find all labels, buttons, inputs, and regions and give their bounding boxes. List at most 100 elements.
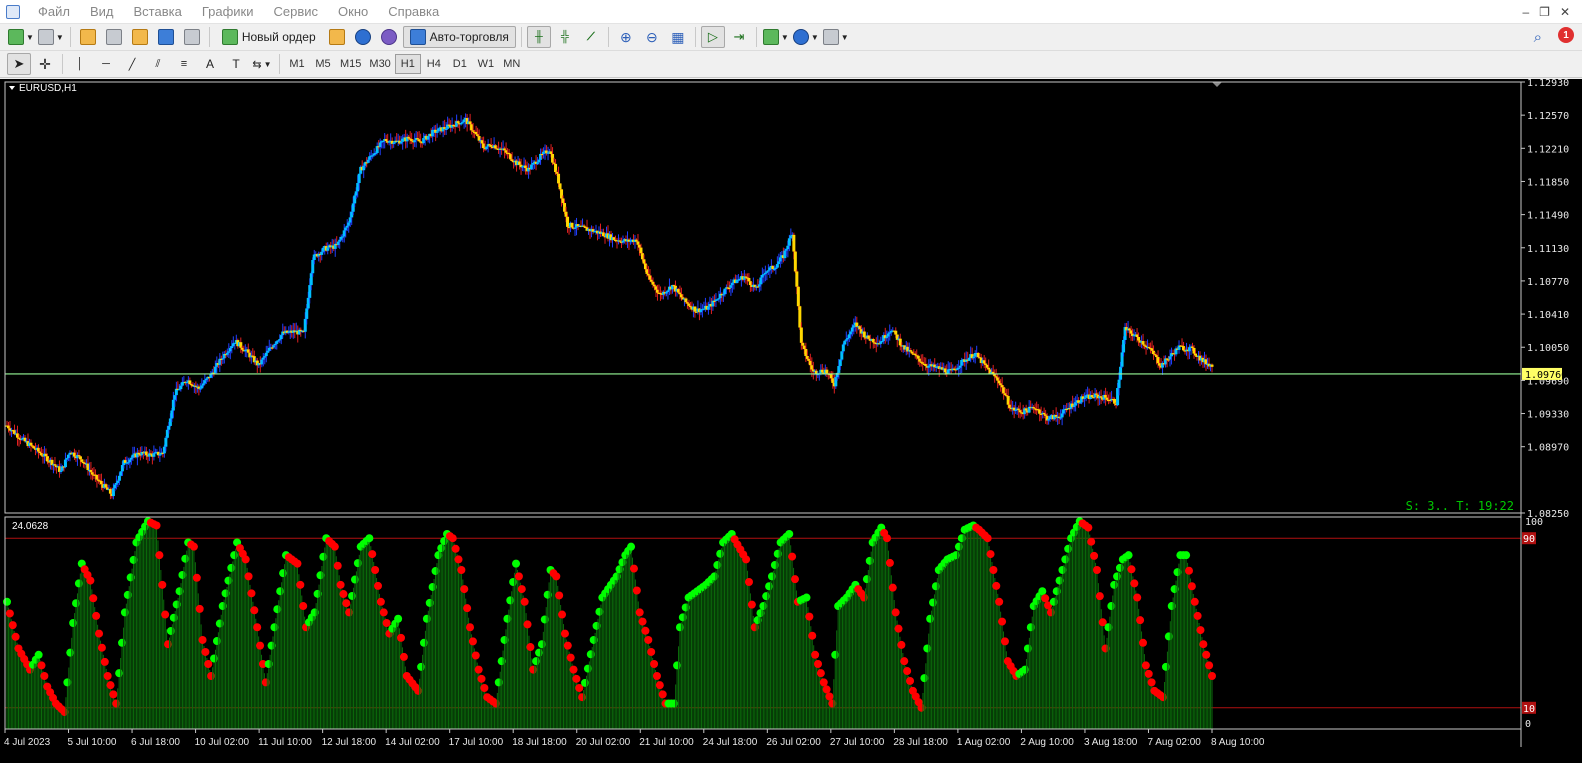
- oscillator-dot: [517, 585, 526, 594]
- oscillator-dot: [106, 681, 115, 690]
- candle-body: [305, 308, 309, 319]
- oscillator-dot: [1087, 537, 1096, 546]
- menu-charts[interactable]: Графики: [192, 0, 264, 24]
- zoom-out-button[interactable]: ⊖: [640, 26, 664, 48]
- vertical-line-button[interactable]: │: [68, 53, 92, 75]
- oscillator-dot: [11, 632, 20, 641]
- profiles-button[interactable]: ▼: [37, 26, 65, 48]
- menu-tools[interactable]: Сервис: [264, 0, 329, 24]
- auto-trading-label: Авто-торговля: [429, 30, 509, 44]
- fibonacci-button[interactable]: ≡: [172, 53, 196, 75]
- cursor-button[interactable]: ➤: [7, 53, 31, 75]
- oscillator-dot: [1092, 566, 1101, 574]
- menu-window[interactable]: Окно: [328, 0, 378, 24]
- text-label-button[interactable]: T: [224, 53, 248, 75]
- timeframe-h1[interactable]: H1: [394, 54, 421, 74]
- standard-toolbar: ▼ ▼ Новый ордер Авто-торговля ╫ ╬ ⟋ ⊕ ⊖ …: [0, 24, 1582, 51]
- market-watch-button[interactable]: [76, 26, 100, 48]
- time-tick-label: 27 Jul 10:00: [830, 737, 885, 748]
- oscillator-dot: [1130, 579, 1139, 588]
- chart-window[interactable]: EURUSD,H1 S: 3.. T: 19:22 24.0628 1.12930…: [0, 79, 1582, 763]
- price-chart[interactable]: EURUSD,H1 S: 3.. T: 19:22 24.0628 1.12930…: [0, 79, 1582, 763]
- crosshair-button[interactable]: ✛: [33, 53, 57, 75]
- close-icon[interactable]: ✕: [1560, 5, 1570, 19]
- toolbar-separator: [694, 27, 696, 47]
- price-tick-label: 1.12210: [1527, 144, 1569, 155]
- oscillator-dot: [647, 647, 656, 656]
- oscillator-pane[interactable]: 24.0628: [3, 517, 1521, 729]
- chart-shift-button[interactable]: ⇥: [727, 26, 751, 48]
- oscillator-dot: [100, 657, 109, 666]
- dropdown-arrow-icon: ▼: [26, 32, 34, 42]
- main-price-pane[interactable]: EURUSD,H1 S: 3.. T: 19:22: [5, 82, 1521, 513]
- candlestick-button[interactable]: ╬: [553, 26, 577, 48]
- trend-line-icon: ╱: [128, 58, 136, 71]
- meta-editor-button[interactable]: [325, 26, 349, 48]
- zoom-out-icon: ⊖: [646, 28, 658, 45]
- tile-windows-button[interactable]: ▦: [666, 26, 690, 48]
- timeframe-m5[interactable]: M5: [310, 54, 336, 74]
- strategy-tester-button[interactable]: [180, 26, 204, 48]
- text-button[interactable]: A: [198, 53, 222, 75]
- oscillator-dot: [454, 555, 463, 564]
- time-tick-label: 6 Jul 18:00: [131, 737, 180, 748]
- timeframe-w1[interactable]: W1: [473, 54, 499, 74]
- line-chart-button[interactable]: ⟋: [579, 26, 603, 48]
- oscillator-dot: [638, 617, 647, 626]
- search-icon[interactable]: ⌕: [1534, 29, 1542, 46]
- oscillator-dot: [299, 602, 308, 611]
- minimize-icon[interactable]: –: [1522, 5, 1529, 19]
- vps-button[interactable]: [377, 26, 401, 48]
- timeframe-d1[interactable]: D1: [447, 54, 473, 74]
- text-icon: A: [205, 57, 214, 71]
- periods-button[interactable]: ▼: [792, 26, 820, 48]
- menu-view[interactable]: Вид: [80, 0, 124, 24]
- new-chart-button[interactable]: ▼: [7, 26, 35, 48]
- oscillator-dot: [1187, 582, 1196, 591]
- oscillator-dot: [103, 672, 112, 680]
- oscillator-dot: [1095, 592, 1104, 601]
- time-tick-label: 21 Jul 10:00: [639, 737, 694, 748]
- indicators-button[interactable]: ▼: [762, 26, 790, 48]
- navigator-button[interactable]: [128, 26, 152, 48]
- equidistant-channel-button[interactable]: ⫽: [146, 53, 170, 75]
- bar-chart-icon: ╫: [535, 31, 543, 43]
- app-logo-icon: [6, 4, 20, 19]
- time-tick-label: 1 Aug 02:00: [957, 737, 1011, 748]
- oscillator-dot: [658, 690, 667, 699]
- dropdown-arrow-icon: ▼: [780, 32, 789, 42]
- timeframe-m15[interactable]: M15: [336, 54, 365, 74]
- new-order-icon: [221, 29, 238, 45]
- restore-icon[interactable]: ❐: [1539, 5, 1550, 19]
- timeframe-m30[interactable]: M30: [365, 54, 394, 74]
- zoom-in-button[interactable]: ⊕: [614, 26, 638, 48]
- timeframe-m1[interactable]: M1: [284, 54, 310, 74]
- terminal-button[interactable]: [154, 26, 178, 48]
- timeframe-h4[interactable]: H4: [421, 54, 447, 74]
- oscillator-dot: [560, 629, 569, 638]
- new-chart-icon: [8, 29, 24, 45]
- horizontal-line-button[interactable]: ─: [94, 53, 118, 75]
- oscillator-dot: [1090, 551, 1099, 560]
- menu-insert[interactable]: Вставка: [124, 0, 192, 24]
- menu-file[interactable]: Файл: [28, 0, 80, 24]
- templates-button[interactable]: ▼: [822, 26, 850, 48]
- oscillator-dot: [555, 591, 564, 600]
- timeframe-mn[interactable]: MN: [499, 54, 525, 74]
- oscillator-dot: [814, 659, 823, 668]
- notification-badge[interactable]: 1: [1558, 27, 1574, 43]
- candle-body: [799, 327, 803, 343]
- new-order-button[interactable]: Новый ордер: [215, 26, 323, 48]
- arrows-button[interactable]: ⇆ ▼: [250, 53, 274, 75]
- oscillator-dot: [1041, 594, 1050, 603]
- auto-trading-button[interactable]: Авто-торговля: [402, 26, 516, 48]
- signals-button[interactable]: [351, 26, 375, 48]
- menu-help[interactable]: Справка: [378, 0, 449, 24]
- trend-line-button[interactable]: ╱: [120, 53, 144, 75]
- fibonacci-icon: ≡: [180, 58, 188, 70]
- oscillator-dot: [805, 612, 814, 621]
- data-window-button[interactable]: [102, 26, 126, 48]
- auto-scroll-button[interactable]: ▷: [700, 26, 725, 48]
- bar-chart-button[interactable]: ╫: [526, 26, 551, 48]
- osc-scale-top: 100: [1525, 517, 1543, 528]
